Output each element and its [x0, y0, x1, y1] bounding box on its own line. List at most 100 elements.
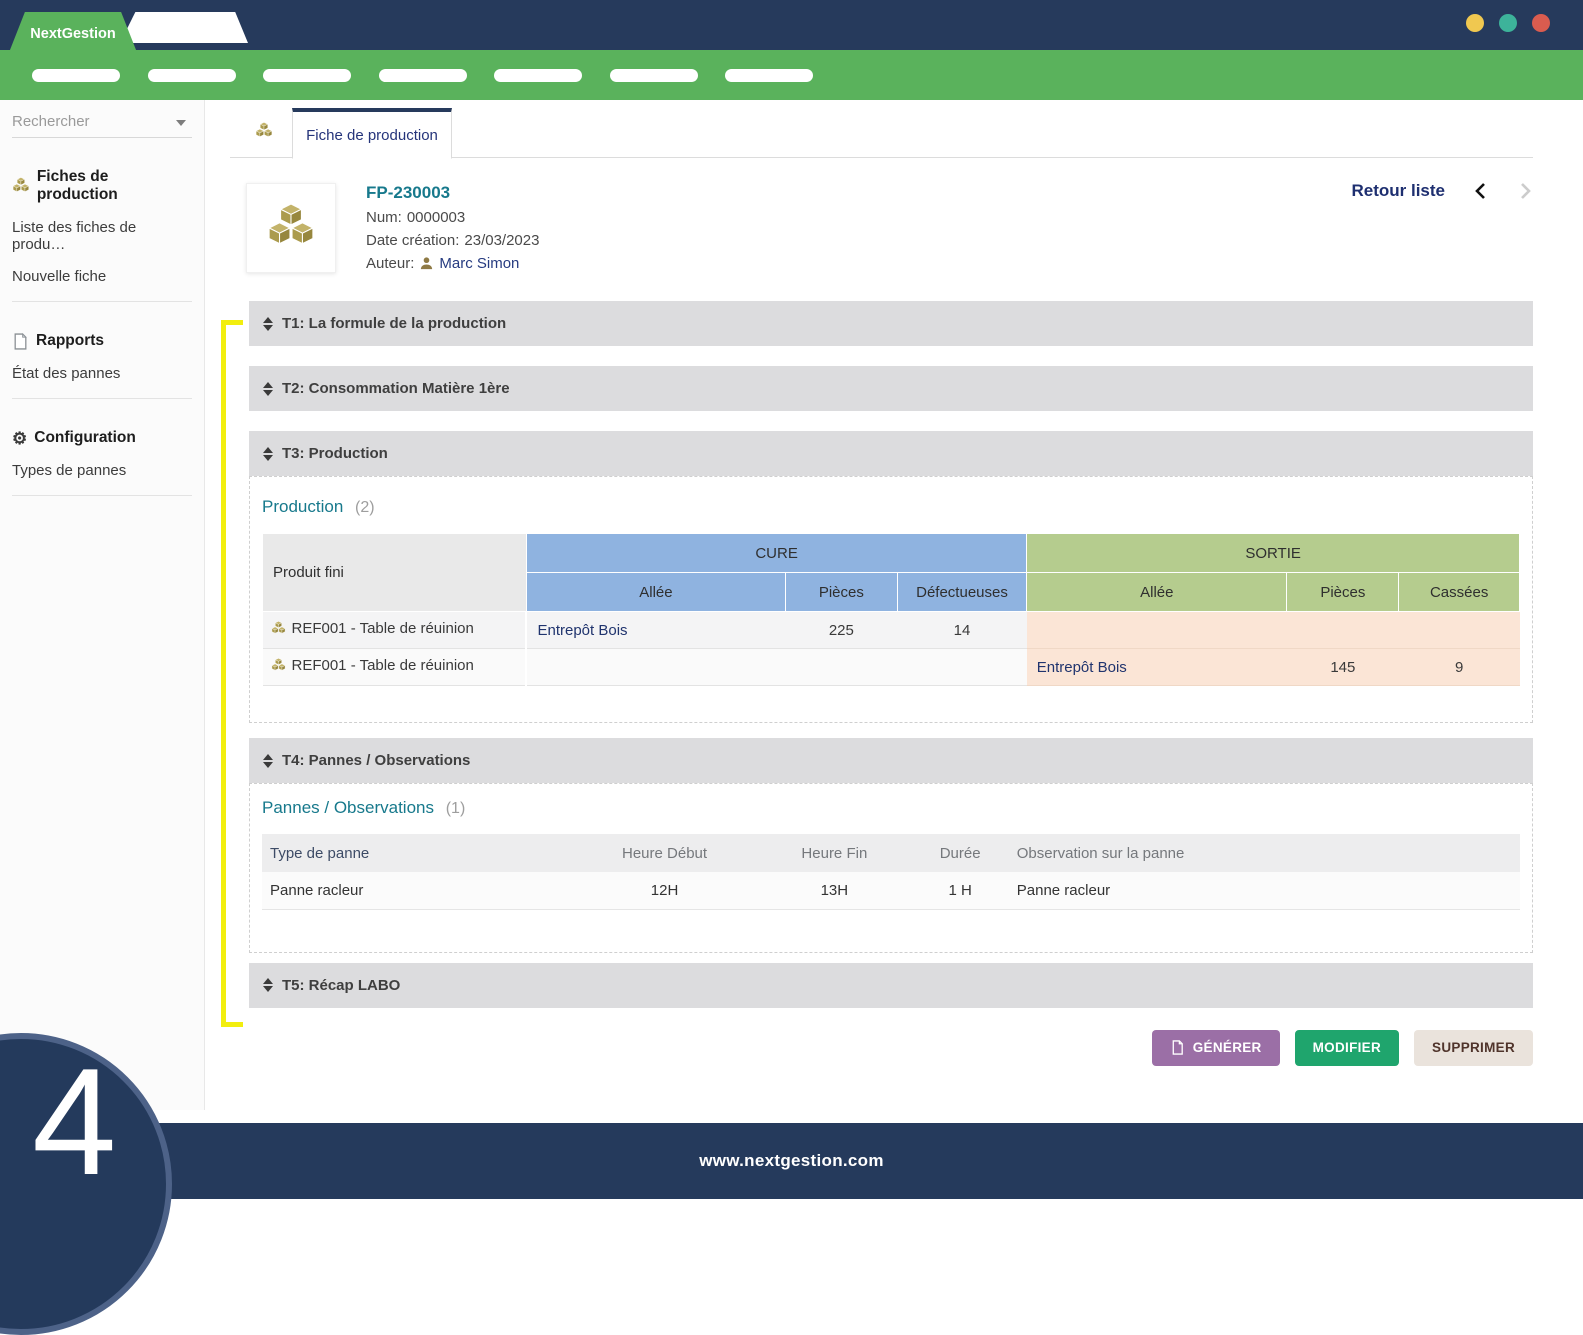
author-label: Auteur: [366, 255, 414, 272]
cubes-icon [255, 122, 273, 140]
sidebar-item-etat-pannes[interactable]: État des pannes [12, 365, 192, 382]
accordion-t5[interactable]: T5: Récap LABO [249, 963, 1533, 1008]
accordion-label: T3: Production [282, 445, 388, 462]
num-value: 0000003 [407, 209, 465, 226]
cell-duree: 1 H [904, 872, 1017, 909]
slide-number: 4 [32, 1046, 117, 1198]
column-header-sortie-pieces: Pièces [1287, 573, 1399, 612]
gear-icon: ⚙ [12, 430, 27, 447]
nav-menu-placeholder[interactable] [494, 69, 582, 82]
accordion-t3[interactable]: T3: Production [249, 431, 1533, 476]
chevron-left-icon[interactable] [1473, 182, 1489, 200]
record-num: Num: 0000003 [366, 209, 539, 226]
accordion-t2[interactable]: T2: Consommation Matière 1ère [249, 366, 1533, 411]
product-label: REF001 - Table de réuinion [292, 620, 474, 637]
app-logo: NextGestion [8, 12, 138, 55]
generer-button[interactable]: GÉNÉRER [1152, 1030, 1280, 1066]
cell-product: REF001 - Table de réuinion [263, 649, 527, 686]
record-navigation: Retour liste [1351, 181, 1533, 201]
column-header-duree: Durée [904, 834, 1017, 872]
column-header-heure-debut: Heure Début [564, 834, 765, 872]
nav-menu-placeholder[interactable] [379, 69, 467, 82]
record-thumbnail [246, 183, 336, 273]
accordion-t4[interactable]: T4: Pannes / Observations [249, 738, 1533, 783]
cell-sortie-pieces [1287, 612, 1399, 649]
pannes-section-title: Pannes / Observations (1) [262, 798, 1520, 818]
date-value: 23/03/2023 [464, 232, 539, 249]
tab-fiche-de-production[interactable]: Fiche de production [292, 108, 452, 159]
sidebar-divider [12, 398, 192, 399]
sidebar-section-title: Fiches de production [37, 168, 192, 204]
column-header-produit-fini: Produit fini [263, 534, 527, 612]
cell-cure-allee [526, 649, 785, 686]
sort-arrows-icon [263, 382, 273, 396]
sort-arrows-icon [263, 754, 273, 768]
accordion-label: T1: La formule de la production [282, 315, 506, 332]
chevron-down-icon [176, 120, 186, 126]
column-group-cure: CURE [526, 534, 1026, 573]
modifier-button[interactable]: MODIFIER [1295, 1030, 1399, 1066]
cell-sortie-cassees [1399, 612, 1520, 649]
chevron-right-icon[interactable] [1517, 182, 1533, 200]
main-content: Fiche de production FP-230003 Num: 00000… [205, 100, 1583, 1110]
nav-menu-placeholder[interactable] [148, 69, 236, 82]
cube-icon [271, 658, 286, 673]
sort-arrows-icon [263, 447, 273, 461]
record-info: FP-230003 Num: 0000003 Date création: 23… [366, 183, 539, 272]
accordion-label: T2: Consommation Matière 1ère [282, 380, 510, 397]
window-dot-red[interactable] [1532, 14, 1550, 32]
person-icon [419, 256, 434, 271]
sort-arrows-icon [263, 978, 273, 992]
pannes-table: Type de panne Heure Début Heure Fin Duré… [262, 834, 1520, 910]
action-buttons: GÉNÉRER MODIFIER SUPPRIMER [230, 1030, 1533, 1066]
window-dot-teal[interactable] [1499, 14, 1517, 32]
column-header-sortie-cassees: Cassées [1399, 573, 1520, 612]
column-header-type-de-panne: Type de panne [262, 834, 564, 872]
pannes-section: Pannes / Observations (1) Type de panne … [249, 783, 1533, 953]
search-input[interactable]: Rechercher [12, 110, 192, 138]
supprimer-button[interactable]: SUPPRIMER [1414, 1030, 1533, 1066]
table-row: REF001 - Table de réuinion Entrepôt Bois… [263, 649, 1520, 686]
nav-menu-placeholder[interactable] [32, 69, 120, 82]
production-section: Production (2) Produit fini CURE SORTIE … [249, 476, 1533, 723]
report-icon [12, 333, 29, 350]
section-title-text: Pannes / Observations [262, 798, 434, 817]
window-controls [1466, 14, 1550, 32]
table-row: Panne racleur 12H 13H 1 H Panne racleur [262, 872, 1520, 909]
tab-strip: Fiche de production [230, 100, 1533, 158]
sidebar-section-fiches: Fiches de production [12, 168, 192, 204]
footer: www.nextgestion.com [0, 1123, 1583, 1199]
nav-menu-placeholder[interactable] [610, 69, 698, 82]
window-dot-yellow[interactable] [1466, 14, 1484, 32]
nav-menu-placeholder[interactable] [263, 69, 351, 82]
highlight-bracket [221, 320, 243, 1027]
sidebar: Rechercher Fiches de production Liste de… [0, 100, 205, 1110]
footer-url: www.nextgestion.com [699, 1151, 884, 1171]
sidebar-section-configuration: ⚙ Configuration [12, 429, 192, 447]
cubes-icon [12, 177, 30, 195]
cell-cure-pieces: 225 [785, 612, 897, 649]
sidebar-item-nouvelle-fiche[interactable]: Nouvelle fiche [12, 268, 192, 285]
cell-observation: Panne racleur [1017, 872, 1520, 909]
pdf-file-icon [1170, 1040, 1185, 1055]
cell-heure-fin: 13H [765, 872, 903, 909]
back-to-list-link[interactable]: Retour liste [1351, 181, 1445, 201]
cell-sortie-cassees: 9 [1399, 649, 1520, 686]
accordion-label: T5: Récap LABO [282, 977, 400, 994]
sidebar-item-liste-fiches[interactable]: Liste des fiches de produ… [12, 219, 192, 253]
generer-label: GÉNÉRER [1193, 1040, 1262, 1055]
nav-menu-placeholder[interactable] [725, 69, 813, 82]
sidebar-section-title: Rapports [36, 332, 104, 350]
accordion-label: T4: Pannes / Observations [282, 752, 470, 769]
accordion-t1[interactable]: T1: La formule de la production [249, 301, 1533, 346]
column-header-cure-allee: Allée [526, 573, 785, 612]
cell-type-de-panne: Panne racleur [262, 872, 564, 909]
sidebar-section-title: Configuration [34, 429, 136, 447]
sidebar-item-types-pannes[interactable]: Types de pannes [12, 462, 192, 479]
main-menu-bar [0, 50, 1583, 100]
author-value: Marc Simon [439, 255, 519, 272]
cell-cure-pieces [785, 649, 897, 686]
num-label: Num: [366, 209, 402, 226]
table-row: REF001 - Table de réuinion Entrepôt Bois… [263, 612, 1520, 649]
tab-label: Fiche de production [306, 127, 438, 144]
